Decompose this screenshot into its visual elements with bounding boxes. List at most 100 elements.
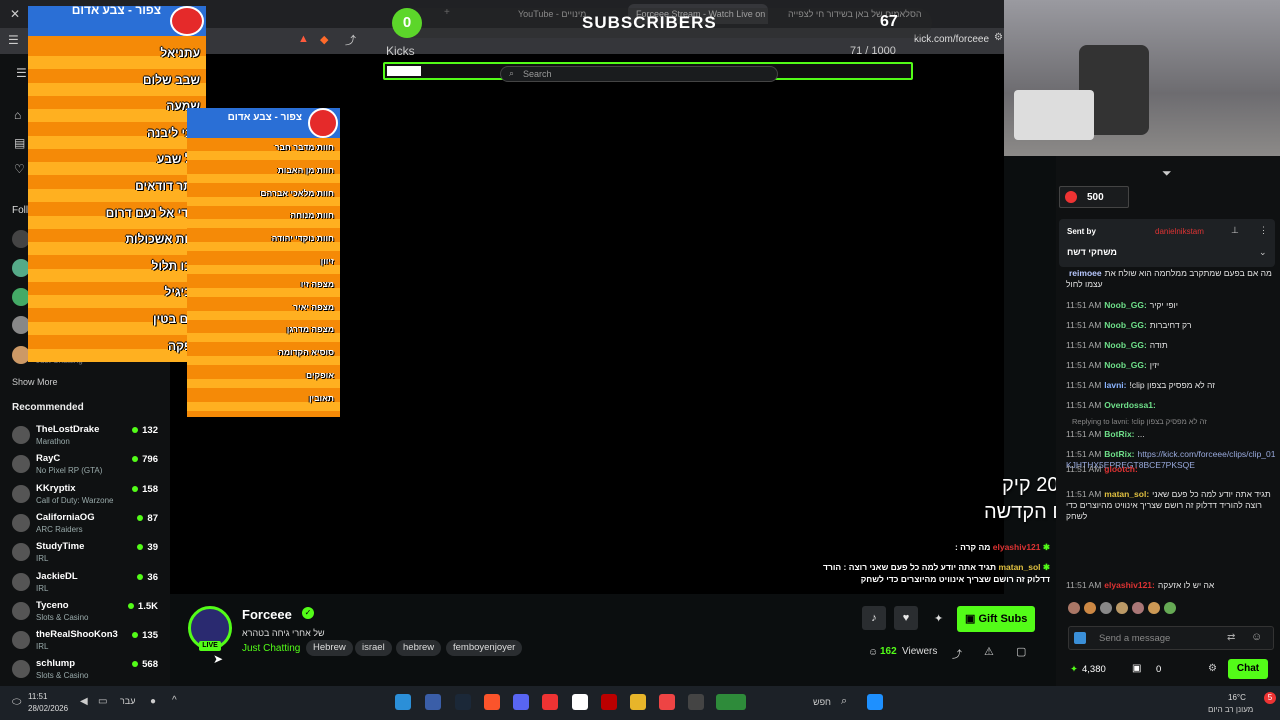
tag-hebrew[interactable]: Hebrew xyxy=(306,640,353,656)
microphone-icon[interactable]: ● xyxy=(150,696,156,707)
emoji-icon[interactable]: ☺ xyxy=(1251,631,1262,643)
clip-icon[interactable]: ▢ xyxy=(1016,645,1026,658)
emote-icon[interactable] xyxy=(1116,602,1128,614)
app-icon[interactable] xyxy=(716,694,746,710)
chat-username[interactable]: Noob_GG: xyxy=(1104,320,1147,330)
steam-icon[interactable] xyxy=(455,694,471,710)
pinned-message[interactable]: Sent by danielnikstam ⊥ ⋮ משחקי דשח ⌄ xyxy=(1059,219,1275,267)
netflix-icon[interactable] xyxy=(601,694,617,710)
pin-icon[interactable]: ⊥ xyxy=(1231,225,1239,236)
search-icon[interactable]: ⌕ xyxy=(841,695,847,708)
chat-username[interactable]: elyashiv121: xyxy=(1104,580,1155,590)
following-icon[interactable]: ♡ xyxy=(14,162,25,176)
close-icon[interactable]: ✕ xyxy=(10,7,20,21)
chat-message[interactable]: 11:51 AM glootch: xyxy=(1066,464,1276,475)
language-indicator[interactable]: עבר xyxy=(120,696,135,706)
translate-icon[interactable]: ⇄ xyxy=(1227,632,1235,643)
emote-icon[interactable] xyxy=(1068,602,1080,614)
chevron-down-icon[interactable]: ⌄ xyxy=(1259,247,1267,258)
folder-icon[interactable] xyxy=(630,694,646,710)
obs-icon[interactable] xyxy=(659,694,675,710)
clock-date[interactable]: 28/02/2026 xyxy=(28,704,68,713)
recommended-channel[interactable]: CaliforniaOG ARC Raiders 87 xyxy=(0,510,170,539)
chat-send-button[interactable]: Chat xyxy=(1228,659,1268,679)
recommended-channel[interactable]: KKryptix Call of Duty: Warzone 158 xyxy=(0,481,170,510)
chat-username[interactable]: reimoee xyxy=(1069,268,1102,278)
recommended-channel[interactable]: StudyTime IRL 39 xyxy=(0,539,170,568)
brave-icon[interactable] xyxy=(484,694,500,710)
taskbar-search[interactable]: חפש xyxy=(813,697,831,707)
youtube-icon[interactable] xyxy=(542,694,558,710)
discord-icon[interactable] xyxy=(513,694,529,710)
chat-username[interactable]: Noob_GG: xyxy=(1104,300,1147,310)
more-icon[interactable]: ⋮ xyxy=(1259,225,1268,236)
emote-icon[interactable] xyxy=(1084,602,1096,614)
chat-message[interactable]: 11:51 AM matan_sol: תגיד אתה יודע למה כל פ… xyxy=(1066,489,1276,522)
recommended-channel[interactable]: Tyceno Slots & Casino 1.5K xyxy=(0,598,170,627)
chat-username[interactable]: Noob_GG: xyxy=(1104,340,1147,350)
chat-message[interactable]: 11:51 AM BotRix:... xyxy=(1066,429,1276,440)
chat-username[interactable]: BotRix: xyxy=(1104,429,1134,439)
windows-start-icon[interactable] xyxy=(867,694,883,710)
app-icon[interactable] xyxy=(688,694,704,710)
emote-icon[interactable] xyxy=(1132,602,1144,614)
recommended-channel[interactable]: TheLostDrake Marathon 132 xyxy=(0,422,170,451)
share-icon[interactable]: ⤴ xyxy=(345,32,356,48)
emote-icon[interactable] xyxy=(1148,602,1160,614)
chat-message[interactable]: 11:51 AM Overdossa1: xyxy=(1066,400,1276,411)
gear-icon[interactable]: ⚙ xyxy=(1208,663,1217,674)
chat-message[interactable]: 11:51 AM Noob_GG: יופי יקיר xyxy=(1066,300,1276,311)
notification-bell-icon[interactable]: ♪ xyxy=(862,606,886,630)
show-more-link[interactable]: Show More xyxy=(12,377,58,387)
chat-message[interactable]: 11:51 AM Noob_GG: יזין xyxy=(1066,360,1276,371)
share-icon[interactable]: ⤴ xyxy=(952,646,962,661)
recommended-channel[interactable]: RayC No Pixel RP (GTA) 796 xyxy=(0,451,170,480)
chat-username[interactable]: Overdossa1: xyxy=(1104,400,1156,410)
app-icon[interactable] xyxy=(425,694,441,710)
chevron-up-icon[interactable]: ^ xyxy=(172,695,177,706)
browse-icon[interactable]: ▤ xyxy=(14,136,25,150)
clock-time[interactable]: 11:51 xyxy=(28,692,47,701)
notifications-icon[interactable]: ⬭ xyxy=(12,696,21,709)
chat-message[interactable]: 11:51 AM Noob_GG: רק דחיברות xyxy=(1066,320,1276,331)
streamer-name[interactable]: Forceee xyxy=(242,607,292,622)
chat-message[interactable]: 11:51 AM Noob_GG: תודה xyxy=(1066,340,1276,351)
tag-hebrew-lower[interactable]: hebrew xyxy=(396,640,442,656)
search-input[interactable]: ⌕ Search xyxy=(500,66,778,82)
network-icon[interactable]: ▭ xyxy=(98,696,107,707)
menu-icon[interactable]: ☰ xyxy=(8,33,19,47)
volume-icon[interactable]: ◀ xyxy=(80,696,88,707)
settings-icon[interactable]: ⚙ xyxy=(994,32,1003,43)
chat-message[interactable]: reimoee מה אם בפעם שמתקרב ממלחמה הוא שולח… xyxy=(1066,268,1276,290)
chat-username[interactable]: matan_sol: xyxy=(1104,489,1149,499)
chat-message[interactable]: 11:51 AM lavni: !clip זה לא מפסיק בצפון xyxy=(1066,380,1276,391)
brave-rewards-icon[interactable]: ▲ xyxy=(298,33,309,45)
report-icon[interactable]: ⚠ xyxy=(984,645,994,658)
weather-text[interactable]: מעונן רב היום xyxy=(1208,705,1253,714)
chat-message[interactable]: 11:51 AM elyashiv121: אה יש לו אזעקה xyxy=(1066,580,1276,591)
chatgpt-icon[interactable] xyxy=(572,694,588,710)
chat-input[interactable]: Send a message ⇄ ☺ xyxy=(1068,626,1274,650)
tag-femboyenjoyer[interactable]: femboyenjoyer xyxy=(446,640,523,656)
heart-icon[interactable]: ♥ xyxy=(894,606,918,630)
home-icon[interactable]: ⌂ xyxy=(14,108,21,122)
recommended-channel[interactable]: theRealShooKon3 IRL 135 xyxy=(0,627,170,656)
kicks-pinned-amount[interactable]: 500 xyxy=(1059,186,1129,208)
brave-shield-icon[interactable]: ◆ xyxy=(320,33,328,46)
chat-message[interactable]: Replying to lavni: !clip זה לא מפסיק בצפ… xyxy=(1066,416,1276,427)
stream-category[interactable]: Just Chatting xyxy=(242,643,300,654)
tag-israel[interactable]: israel xyxy=(355,640,392,656)
chat-username[interactable]: glootch: xyxy=(1104,464,1138,474)
sparkle-icon[interactable]: ✦ xyxy=(934,612,943,625)
address-bar[interactable]: kick.com/forceee xyxy=(914,34,989,45)
emote-icon[interactable] xyxy=(1100,602,1112,614)
app-icon[interactable] xyxy=(395,694,411,710)
chat-username[interactable]: BotRix: xyxy=(1104,449,1134,459)
filter-icon[interactable]: ⏷ xyxy=(1162,166,1172,181)
recommended-channel[interactable]: schlump Slots & Casino 568 xyxy=(0,656,170,685)
weather-temp[interactable]: 16°C xyxy=(1228,693,1246,702)
recommended-channel[interactable]: JackieDL IRL 36 xyxy=(0,569,170,598)
gift-icon[interactable]: ▣ xyxy=(1132,663,1141,674)
gift-subs-button[interactable]: ▣ Gift Subs xyxy=(957,606,1035,632)
chat-username[interactable]: Noob_GG: xyxy=(1104,360,1147,370)
